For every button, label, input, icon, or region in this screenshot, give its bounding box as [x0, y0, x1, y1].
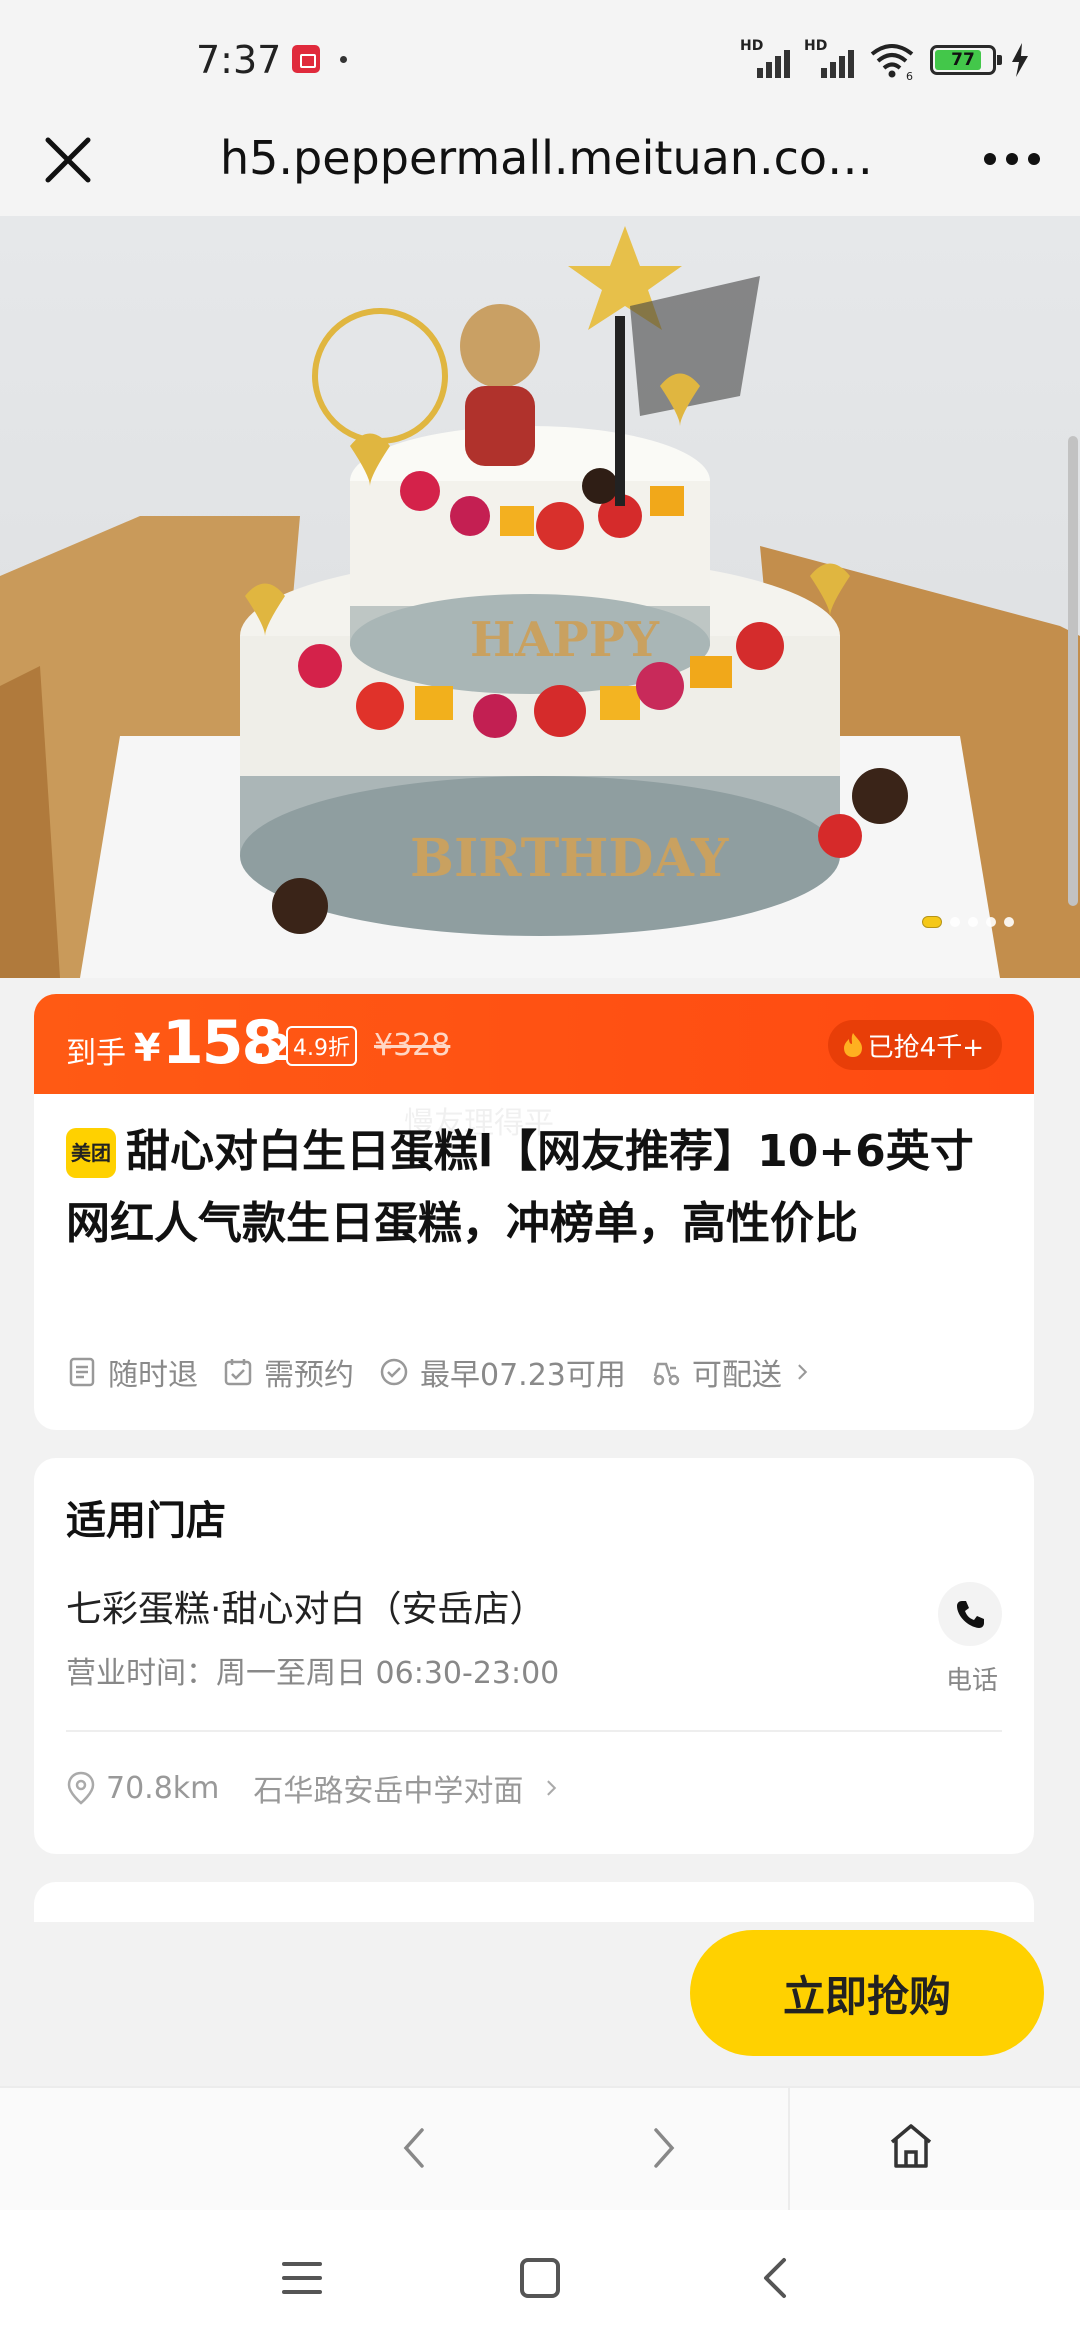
- charging-icon: [1012, 43, 1028, 77]
- page-url: h5.peppermall.meituan.co…: [220, 131, 874, 185]
- discount-badge: 4.9折: [286, 1026, 357, 1066]
- product-title-text: 甜心对白生日蛋糕l【网友推荐】10+6英寸网红人气款生日蛋糕，冲榜单，高性价比: [66, 1126, 974, 1249]
- status-time: 7:37: [196, 38, 282, 82]
- product-info-card: 到手 ¥ 158 .2 4.9折 ¥328 已抢4千+ 美团 甜心对白生日蛋糕l【…: [34, 994, 1034, 1430]
- chevron-right-icon: [547, 1780, 557, 1796]
- next-section-card: [34, 1882, 1034, 1922]
- status-bar: 7:37 HD HD 6 77: [0, 0, 1080, 124]
- page-scrollbar[interactable]: [1068, 436, 1078, 906]
- store-card: 适用门店 七彩蛋糕·甜心对白（安岳店） 营业时间：周一至周日 06:30-23:…: [34, 1458, 1034, 1854]
- tag-reservation-label: 需预约: [264, 1358, 354, 1393]
- system-back-icon[interactable]: [760, 2254, 790, 2302]
- service-tags[interactable]: 随时退 需预约 最早07.23可用 可配送: [66, 1350, 814, 1394]
- phone-button[interactable]: [938, 1582, 1002, 1646]
- price-currency: ¥: [134, 1026, 161, 1070]
- signal-icon: HD: [740, 38, 790, 80]
- browser-nav-bar: h5.peppermall.meituan.co…: [0, 124, 1080, 216]
- phone-label[interactable]: 电话: [946, 1660, 998, 1697]
- sold-count-badge: 已抢4千+: [827, 1020, 1002, 1070]
- back-icon[interactable]: [394, 2120, 434, 2176]
- tag-available-date: 最早07.23可用: [378, 1350, 626, 1394]
- store-location[interactable]: 70.8km 石华路安岳中学对面: [66, 1766, 563, 1810]
- cake-text-birthday: BIRTHDAY: [410, 828, 729, 889]
- sold-count-text: 已抢4千+: [867, 1032, 984, 1063]
- store-hours: 营业时间：周一至周日 06:30-23:00: [66, 1656, 560, 1691]
- cake-text-happy: HAPPY: [470, 612, 660, 668]
- price-label: 到手: [66, 1036, 126, 1071]
- battery-level: 77: [951, 50, 975, 70]
- delivery-icon: [653, 1362, 680, 1386]
- fire-icon: [843, 1033, 862, 1057]
- carousel-dot: [986, 917, 996, 927]
- signal-icon-2: HD: [804, 38, 854, 80]
- cake-image: HAPPY BIRTHDAY: [0, 226, 1080, 978]
- chevron-right-icon: [798, 1364, 808, 1380]
- store-distance: 70.8km: [106, 1770, 220, 1806]
- tag-reservation: 需预约: [222, 1350, 354, 1394]
- carousel-indicator: [922, 916, 1014, 928]
- carousel-dot: [950, 917, 960, 927]
- home-icon[interactable]: [886, 2120, 936, 2172]
- wifi-icon: 6: [870, 44, 914, 80]
- app-notification-icon: [292, 45, 320, 73]
- tag-refund: 随时退: [66, 1350, 198, 1394]
- store-address: 石华路安岳中学对面: [253, 1774, 524, 1809]
- system-nav-bar: [0, 2210, 1080, 2340]
- carousel-dot-active: [922, 916, 942, 928]
- calendar-icon: [224, 1359, 252, 1386]
- price-bar: 到手 ¥ 158 .2 4.9折 ¥328 已抢4千+: [34, 994, 1034, 1094]
- meituan-logo: 美团: [66, 1128, 116, 1178]
- buy-now-button[interactable]: 立即抢购: [690, 1930, 1044, 2056]
- more-icon[interactable]: [980, 134, 1044, 184]
- store-name[interactable]: 七彩蛋糕·甜心对白（安岳店）: [66, 1580, 545, 1632]
- carousel-dot: [1004, 917, 1014, 927]
- battery-icon: 77: [930, 45, 1002, 75]
- divider: [66, 1730, 1002, 1732]
- watermark-text: 慢友理得平: [404, 1106, 554, 1141]
- check-circle-icon: [380, 1358, 408, 1386]
- product-image-carousel[interactable]: HAPPY BIRTHDAY: [0, 216, 1080, 978]
- close-icon[interactable]: [38, 130, 98, 190]
- system-home-icon[interactable]: [518, 2256, 562, 2300]
- browser-toolbar: [0, 2086, 1080, 2212]
- price-decimal: .2: [252, 1028, 291, 1069]
- phone-icon: [957, 1601, 984, 1628]
- tag-delivery[interactable]: 可配送: [650, 1350, 814, 1394]
- svg-text:6: 6: [906, 70, 913, 80]
- store-section-title: 适用门店: [66, 1498, 226, 1544]
- document-icon: [69, 1357, 95, 1387]
- tag-delivery-label: 可配送: [691, 1358, 782, 1393]
- tag-available-date-label: 最早07.23可用: [420, 1358, 626, 1393]
- status-icons: HD HD 6 77: [740, 38, 1030, 80]
- toolbar-divider: [788, 2088, 790, 2212]
- original-price: ¥328: [374, 1028, 451, 1063]
- forward-icon[interactable]: [644, 2120, 684, 2176]
- notification-dot-icon: [340, 56, 347, 63]
- location-pin-icon: [67, 1771, 95, 1805]
- tag-refund-label: 随时退: [108, 1358, 198, 1393]
- recent-apps-icon[interactable]: [280, 2258, 324, 2298]
- carousel-dot: [968, 917, 978, 927]
